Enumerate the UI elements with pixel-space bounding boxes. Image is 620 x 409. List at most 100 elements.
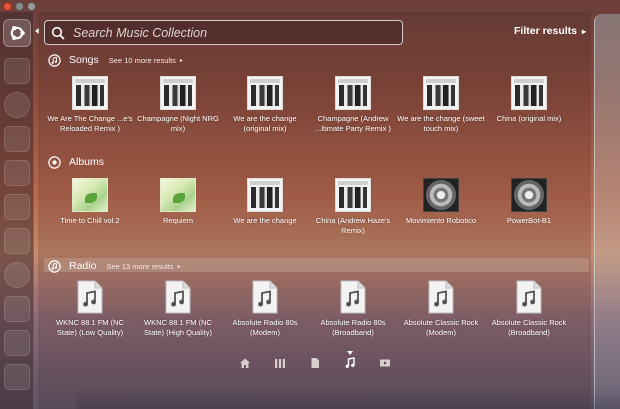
result-label: PowerBot-B1	[506, 216, 552, 225]
album-cover-art	[247, 178, 283, 212]
home-icon	[240, 358, 250, 368]
radio-result-item[interactable]: Absolute Classic Rock (Modem)	[397, 280, 485, 337]
songs-category-icon	[48, 53, 61, 67]
album-cover-art	[160, 178, 196, 212]
music-lens-button[interactable]	[343, 356, 357, 370]
launcher-app-icon[interactable]	[4, 262, 30, 288]
albums-category-icon	[48, 155, 61, 169]
chevron-right-icon: ▸	[177, 263, 181, 270]
songs-title: Songs	[69, 54, 99, 66]
album-cover-art	[247, 76, 283, 110]
songs-result-item[interactable]: China (original mix)	[485, 76, 573, 124]
radio-category-header: Radio See 13 more results ▸	[48, 258, 181, 274]
launcher-app-icon[interactable]	[4, 194, 30, 220]
chevron-right-icon: ▸	[582, 26, 587, 36]
album-cover-art	[511, 178, 547, 212]
songs-results-row: We Are The Change ...e's Reloaded Remix …	[38, 76, 591, 146]
albums-result-item[interactable]: China (Andrew Haze's Remix)	[309, 178, 397, 235]
radio-more-results-link[interactable]: See 13 more results ▸	[106, 262, 180, 271]
maximize-icon[interactable]	[27, 2, 36, 11]
chevron-right-icon: ▸	[179, 57, 183, 64]
result-label: China (Andrew Haze's Remix)	[315, 216, 391, 235]
search-icon	[51, 26, 65, 40]
album-cover-art	[423, 76, 459, 110]
result-label: Champagne (Andrew ...ltimate Party Remix…	[315, 114, 391, 133]
result-label: Absolute Classic Rock (Broadband)	[491, 318, 567, 337]
lens-bar	[238, 356, 392, 370]
window-controls	[3, 2, 36, 11]
album-cover-art	[72, 178, 108, 212]
audio-file-icon	[165, 280, 191, 314]
launcher-app-icon[interactable]	[4, 160, 30, 186]
albums-result-item[interactable]: PowerBot-B1	[485, 178, 573, 226]
audio-file-icon	[516, 280, 542, 314]
albums-title: Albums	[69, 156, 105, 168]
albums-category-header: Albums	[48, 154, 104, 170]
filter-results-button[interactable]: Filter results ▸	[514, 25, 586, 37]
window-edge	[594, 14, 620, 409]
result-label: We are the change	[233, 216, 297, 225]
launcher-app-icon[interactable]	[4, 228, 30, 254]
result-label: China (original mix)	[496, 114, 562, 123]
audio-file-icon	[77, 280, 103, 314]
radio-more-results-label: See 13 more results	[106, 261, 174, 271]
ubuntu-logo-icon	[10, 26, 25, 40]
songs-result-item[interactable]: We are the change (original mix)	[221, 76, 309, 133]
result-label: Time to Chill vol.2	[60, 216, 120, 225]
files-lens-button[interactable]	[308, 356, 322, 370]
radio-category-icon	[48, 259, 61, 273]
audio-file-icon	[428, 280, 454, 314]
songs-result-item[interactable]: Champagne (Night NRG mix)	[134, 76, 222, 133]
songs-category-header: Songs See 10 more results ▸	[48, 52, 183, 68]
launcher-app-icon[interactable]	[4, 126, 30, 152]
radio-result-item[interactable]: Absolute Classic Rock (Broadband)	[485, 280, 573, 337]
songs-more-results-link[interactable]: See 10 more results ▸	[109, 56, 183, 65]
radio-result-item[interactable]: WKNC 88.1 FM (NC State) (High Quality)	[134, 280, 222, 337]
result-label: Absolute Classic Rock (Modem)	[403, 318, 479, 337]
launcher-app-icon[interactable]	[4, 296, 30, 322]
dash-home-button[interactable]	[3, 19, 31, 47]
launcher-app-icon[interactable]	[4, 330, 30, 356]
search-box[interactable]	[44, 20, 403, 45]
result-label: We Are The Change ...e's Reloaded Remix …	[47, 114, 133, 133]
radio-result-item[interactable]: WKNC 88.1 FM (NC State) (Low Quality)	[46, 280, 134, 337]
radio-result-item[interactable]: Absolute Radio 80s (Broadband)	[309, 280, 397, 337]
radio-title: Radio	[69, 260, 97, 272]
album-cover-art	[423, 178, 459, 212]
dash-panel: Filter results ▸ Songs See 10 more resul…	[38, 12, 620, 409]
launcher-app-icon[interactable]	[4, 364, 30, 390]
album-cover-art	[160, 76, 196, 110]
songs-result-item[interactable]: We are the change (sweet touch mix)	[397, 76, 485, 133]
audio-file-icon	[252, 280, 278, 314]
albums-result-item[interactable]: Movimiento Robotico	[397, 178, 485, 226]
radio-result-item[interactable]: Absolute Radio 80s (Modem)	[221, 280, 309, 337]
songs-more-results-label: See 10 more results	[108, 55, 176, 65]
albums-result-item[interactable]: Requiem	[134, 178, 222, 226]
video-lens-button[interactable]	[378, 356, 392, 370]
applications-lens-button[interactable]	[273, 356, 287, 370]
launcher-app-icon[interactable]	[4, 92, 30, 118]
result-label: We are the change (original mix)	[233, 114, 297, 133]
songs-result-item[interactable]: We Are The Change ...e's Reloaded Remix …	[46, 76, 134, 133]
launcher-app-icon[interactable]	[4, 58, 30, 84]
minimize-icon[interactable]	[15, 2, 24, 11]
songs-result-item[interactable]: Champagne (Andrew ...ltimate Party Remix…	[309, 76, 397, 133]
files-icon	[311, 358, 319, 368]
audio-file-icon	[340, 280, 366, 314]
result-label: WKNC 88.1 FM (NC State) (Low Quality)	[56, 318, 124, 337]
radio-results-row: WKNC 88.1 FM (NC State) (Low Quality) WKN…	[38, 280, 591, 350]
result-label: WKNC 88.1 FM (NC State) (High Quality)	[144, 318, 212, 337]
result-label: Champagne (Night NRG mix)	[137, 114, 219, 133]
result-label: Absolute Radio 80s (Modem)	[232, 318, 298, 337]
album-cover-art	[335, 178, 371, 212]
active-lens-indicator	[347, 351, 353, 355]
close-icon[interactable]	[3, 2, 12, 11]
home-lens-button[interactable]	[238, 356, 252, 370]
albums-result-item[interactable]: We are the change	[221, 178, 309, 226]
album-cover-art	[72, 76, 108, 110]
albums-result-item[interactable]: Time to Chill vol.2	[46, 178, 134, 226]
search-input[interactable]	[73, 25, 393, 40]
music-icon	[345, 357, 355, 368]
album-cover-art	[511, 76, 547, 110]
video-icon	[380, 359, 390, 367]
